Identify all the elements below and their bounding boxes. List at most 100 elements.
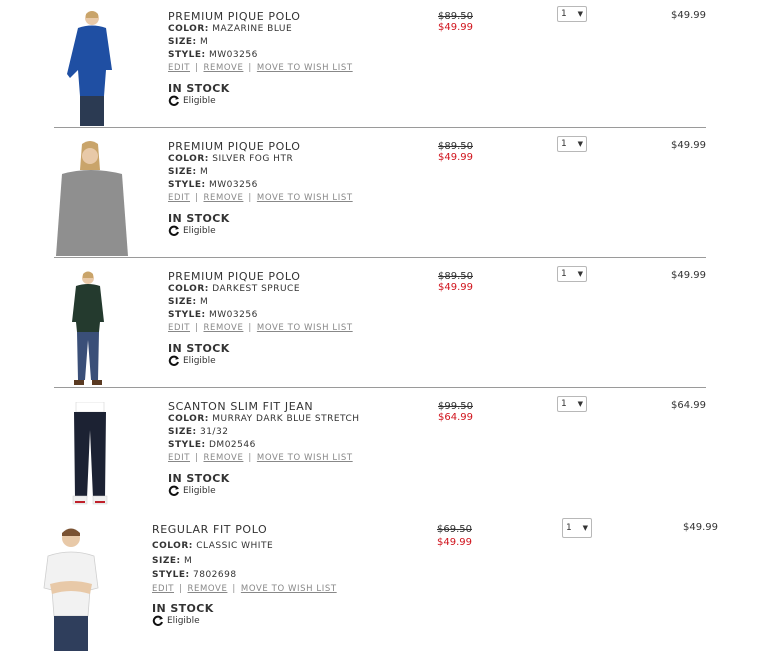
line-total: $49.99	[671, 10, 706, 21]
line-total: $49.99	[683, 522, 718, 533]
item-actions: EDIT | REMOVE | MOVE TO WISH LIST	[168, 192, 353, 204]
refresh-icon	[168, 95, 179, 106]
product-name[interactable]: REGULAR FIT POLO	[152, 522, 337, 538]
edit-link[interactable]: EDIT	[168, 453, 190, 463]
separator: |	[195, 453, 199, 463]
product-size: SIZE: 31/32	[168, 427, 229, 437]
remove-link[interactable]: REMOVE	[203, 63, 243, 73]
product-style: STYLE: MW03256	[168, 50, 258, 60]
chevron-down-icon: ▼	[577, 140, 583, 148]
stock-status: IN STOCK	[168, 472, 230, 485]
line-total: $64.99	[671, 400, 706, 411]
chevron-down-icon: ▼	[577, 400, 583, 408]
product-info: SCANTON SLIM FIT JEAN COLOR: MURRAY DARK…	[168, 400, 360, 497]
unit-price: $69.50 $49.99	[437, 523, 472, 549]
stock-status: IN STOCK	[168, 82, 230, 95]
chevron-down-icon: ▼	[577, 270, 583, 278]
product-color: COLOR: DARKEST SPRUCE	[168, 284, 301, 294]
product-info: PREMIUM PIQUE POLO COLOR: SILVER FOG HTR…	[168, 140, 353, 237]
sale-price: $49.99	[438, 22, 473, 33]
eligible-badge: Eligible	[152, 615, 337, 627]
move-to-wishlist-link[interactable]: MOVE TO WISH LIST	[257, 63, 353, 73]
original-price: $89.50	[438, 271, 473, 282]
item-actions: EDIT | REMOVE | MOVE TO WISH LIST	[152, 582, 337, 596]
product-image[interactable]	[66, 270, 110, 388]
stock-status: IN STOCK	[152, 602, 214, 615]
quantity-select[interactable]: 1 ▼	[557, 266, 587, 282]
eligible-label: Eligible	[167, 616, 200, 626]
remove-link[interactable]: REMOVE	[203, 323, 243, 333]
divider	[54, 127, 706, 128]
product-name[interactable]: SCANTON SLIM FIT JEAN	[168, 400, 360, 413]
product-size: SIZE: M	[152, 556, 193, 566]
chevron-down-icon: ▼	[582, 524, 588, 532]
separator: |	[248, 453, 252, 463]
divider	[54, 257, 706, 258]
original-price: $69.50	[437, 524, 472, 535]
separator: |	[195, 63, 199, 73]
unit-price: $89.50 $49.99	[438, 11, 473, 33]
product-size: SIZE: M	[168, 297, 209, 307]
sale-price: $49.99	[438, 152, 473, 163]
edit-link[interactable]: EDIT	[152, 584, 174, 594]
eligible-badge: Eligible	[168, 355, 353, 367]
unit-price: $89.50 $49.99	[438, 141, 473, 163]
refresh-icon	[168, 225, 179, 236]
product-image[interactable]	[62, 8, 118, 128]
separator: |	[248, 323, 252, 333]
product-image[interactable]	[62, 402, 118, 506]
edit-link[interactable]: EDIT	[168, 193, 190, 203]
remove-link[interactable]: REMOVE	[203, 453, 243, 463]
item-actions: EDIT | REMOVE | MOVE TO WISH LIST	[168, 62, 353, 74]
product-size: SIZE: M	[168, 37, 209, 47]
product-style: STYLE: 7802698	[152, 570, 237, 580]
product-name[interactable]: PREMIUM PIQUE POLO	[168, 270, 353, 283]
product-style: STYLE: MW03256	[168, 310, 258, 320]
sale-price: $64.99	[438, 412, 473, 423]
eligible-label: Eligible	[183, 486, 216, 496]
eligible-badge: Eligible	[168, 95, 353, 107]
quantity-select[interactable]: 1 ▼	[557, 6, 587, 22]
eligible-label: Eligible	[183, 356, 216, 366]
edit-link[interactable]: EDIT	[168, 63, 190, 73]
stock-status: IN STOCK	[168, 212, 230, 225]
separator: |	[179, 584, 183, 594]
product-info: PREMIUM PIQUE POLO COLOR: DARKEST SPRUCE…	[168, 270, 353, 367]
product-name[interactable]: PREMIUM PIQUE POLO	[168, 140, 353, 153]
stock-status: IN STOCK	[168, 342, 230, 355]
product-info: PREMIUM PIQUE POLO COLOR: MAZARINE BLUE …	[168, 10, 353, 107]
divider	[54, 387, 706, 388]
eligible-label: Eligible	[183, 226, 216, 236]
move-to-wishlist-link[interactable]: MOVE TO WISH LIST	[257, 453, 353, 463]
eligible-badge: Eligible	[168, 485, 360, 497]
edit-link[interactable]: EDIT	[168, 323, 190, 333]
unit-price: $89.50 $49.99	[438, 271, 473, 293]
product-image[interactable]	[40, 524, 102, 651]
separator: |	[195, 193, 199, 203]
original-price: $89.50	[438, 141, 473, 152]
separator: |	[248, 63, 252, 73]
quantity-select[interactable]: 1 ▼	[557, 396, 587, 412]
item-actions: EDIT | REMOVE | MOVE TO WISH LIST	[168, 452, 360, 464]
move-to-wishlist-link[interactable]: MOVE TO WISH LIST	[241, 584, 337, 594]
sale-price: $49.99	[437, 537, 472, 548]
quantity-select[interactable]: 1 ▼	[562, 518, 592, 538]
separator: |	[232, 584, 236, 594]
move-to-wishlist-link[interactable]: MOVE TO WISH LIST	[257, 323, 353, 333]
sale-price: $49.99	[438, 282, 473, 293]
product-name[interactable]: PREMIUM PIQUE POLO	[168, 10, 353, 23]
original-price: $89.50	[438, 11, 473, 22]
product-style: STYLE: DM02546	[168, 440, 256, 450]
refresh-icon	[168, 485, 179, 496]
separator: |	[195, 323, 199, 333]
quantity-select[interactable]: 1 ▼	[557, 136, 587, 152]
remove-link[interactable]: REMOVE	[203, 193, 243, 203]
move-to-wishlist-link[interactable]: MOVE TO WISH LIST	[257, 193, 353, 203]
refresh-icon	[168, 355, 179, 366]
product-size: SIZE: M	[168, 167, 209, 177]
product-image[interactable]	[52, 140, 134, 260]
cart-page: { "labels": { "color": "COLOR:", "size":…	[0, 0, 765, 651]
remove-link[interactable]: REMOVE	[187, 584, 227, 594]
product-style: STYLE: MW03256	[168, 180, 258, 190]
eligible-badge: Eligible	[168, 225, 353, 237]
